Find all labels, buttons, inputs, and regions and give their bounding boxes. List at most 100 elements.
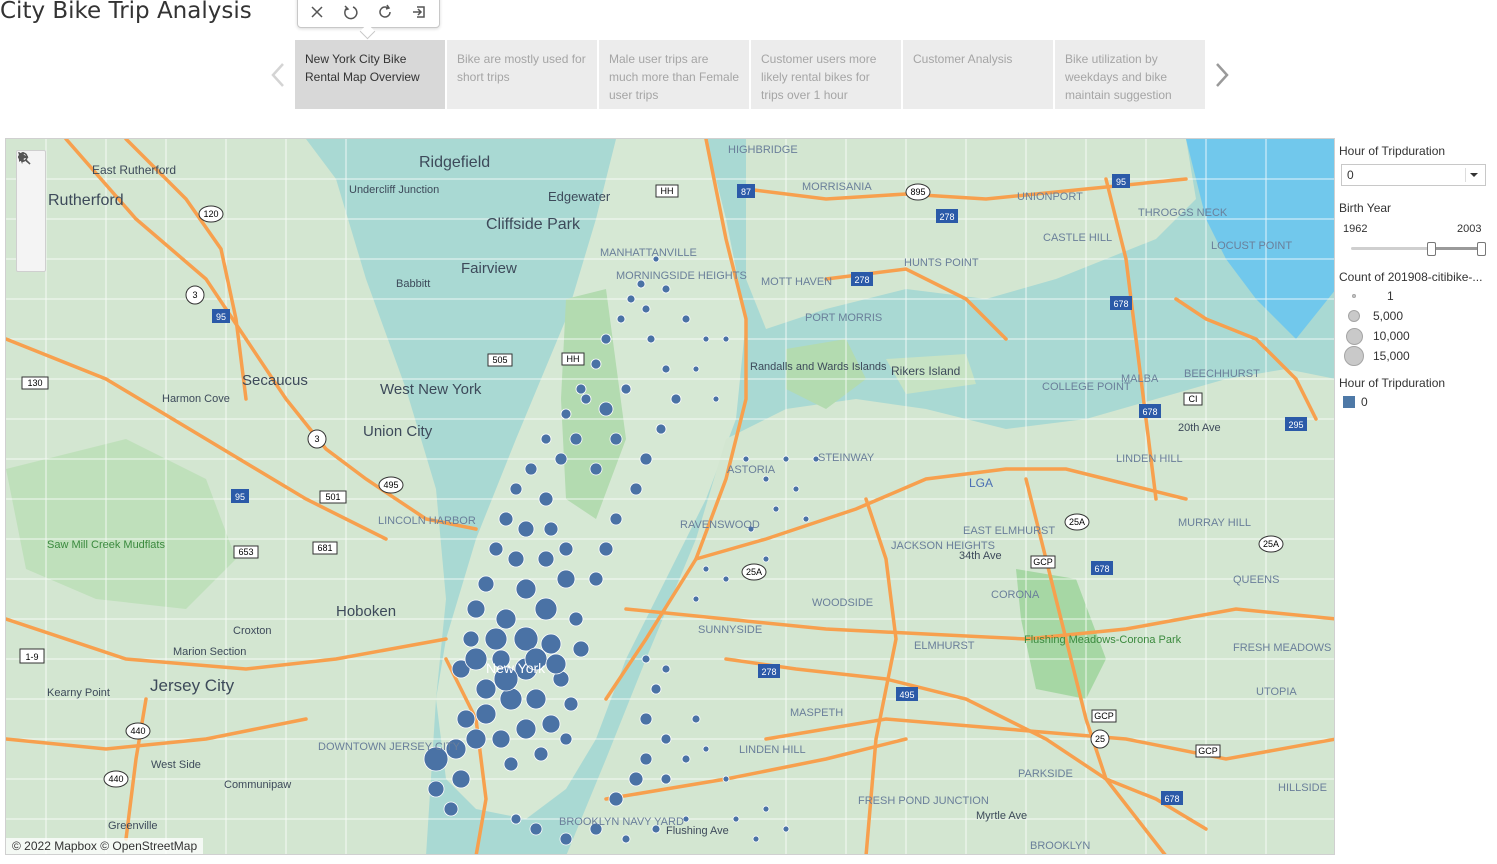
size-legend-row: 5,000 [1339, 307, 1403, 325]
zoom-in-icon[interactable] [17, 152, 45, 199]
route-shield: 25 [1090, 729, 1110, 749]
export-icon[interactable] [408, 1, 430, 23]
place-label: Edgewater [548, 189, 611, 204]
place-label: Union City [363, 423, 433, 440]
story-point-short-trips[interactable]: Bike are mostly used for short trips [447, 40, 597, 109]
story-point-map-overview[interactable]: New York City Bike Rental Map Overview [295, 40, 445, 109]
story-point-customer-hour[interactable]: Customer users more likely rental bikes … [751, 40, 901, 109]
svg-text:25A: 25A [1069, 517, 1085, 527]
svg-text:278: 278 [854, 275, 869, 285]
route-shield: 278 [758, 664, 780, 678]
birth-year-slider-max-handle[interactable] [1477, 242, 1486, 256]
svg-text:895: 895 [910, 187, 925, 197]
story-point-bike-utilization[interactable]: Bike utilization by weekdays and bike ma… [1055, 40, 1205, 109]
story-next-arrow[interactable] [1212, 58, 1232, 92]
place-label: Harmon Cove [162, 393, 230, 405]
place-label: UTOPIA [1256, 686, 1297, 698]
svg-text:95: 95 [216, 312, 226, 322]
birth-year-min: 1962 [1343, 223, 1368, 235]
svg-text:278: 278 [761, 667, 776, 677]
bike-rental-map[interactable]: Ridgefield Rutherford East Rutherford Un… [5, 138, 1335, 855]
svg-text:CI: CI [1189, 394, 1198, 404]
place-label: West New York [380, 381, 482, 398]
place-label: CASTLE HILL [1043, 232, 1112, 244]
route-shield: 440 [103, 770, 129, 788]
route-shield: 505 [487, 353, 513, 367]
story-toolbar [297, 0, 440, 40]
route-shield: 678 [1091, 561, 1113, 575]
close-icon[interactable] [306, 1, 328, 23]
size-legend-circle [1345, 327, 1363, 345]
svg-text:495: 495 [383, 480, 398, 490]
svg-text:25: 25 [1095, 734, 1105, 744]
place-label: Flushing Ave [666, 825, 729, 837]
place-label: Cliffside Park [486, 216, 581, 233]
place-label: COLLEGE POINT [1042, 381, 1131, 393]
svg-text:678: 678 [1142, 407, 1157, 417]
place-label: Fairview [461, 260, 517, 277]
color-legend-swatch [1343, 396, 1355, 408]
hour-filter-dropdown[interactable]: 0 [1341, 164, 1486, 186]
bay-water [1186, 139, 1334, 339]
svg-text:678: 678 [1113, 299, 1128, 309]
place-label: FRESH POND JUNCTION [858, 795, 989, 807]
size-legend-circle [1348, 310, 1360, 322]
place-label: HIGHBRIDGE [728, 144, 798, 156]
place-label: QUEENS [1233, 574, 1279, 586]
refresh-icon[interactable] [374, 1, 396, 23]
birth-year-max: 2003 [1457, 223, 1482, 235]
route-shield: 120 [198, 205, 224, 223]
place-label: MALBA [1121, 373, 1159, 385]
map-canvas: Ridgefield Rutherford East Rutherford Un… [6, 139, 1334, 854]
place-label: UNIONPORT [1017, 191, 1083, 203]
place-label: ELMHURST [914, 640, 975, 652]
svg-text:505: 505 [492, 355, 507, 365]
place-label: HUNTS POINT [904, 257, 979, 269]
route-shield: 87 [737, 184, 755, 198]
svg-text:87: 87 [741, 187, 751, 197]
place-label: Marion Section [173, 646, 246, 658]
place-label: BEECHHURST [1184, 368, 1260, 380]
place-label: 34th Ave [959, 550, 1002, 562]
svg-text:25A: 25A [1263, 539, 1279, 549]
place-label: ASTORIA [727, 464, 776, 476]
place-label: FRESH MEADOWS [1233, 642, 1331, 654]
place-label: Rutherford [48, 192, 124, 209]
route-shield: 681 [312, 541, 338, 555]
place-label: MURRAY HILL [1178, 517, 1251, 529]
expand-toolbar-icon[interactable] [17, 152, 45, 271]
place-label: BROOKLYN [1030, 840, 1090, 852]
place-label: Jersey City [150, 676, 235, 695]
route-shield: 295 [1285, 417, 1307, 431]
route-shield: 130 [21, 376, 49, 390]
place-label: Myrtle Ave [976, 810, 1027, 822]
place-label: West Side [151, 759, 201, 771]
svg-text:278: 278 [939, 212, 954, 222]
svg-text:678: 678 [1094, 564, 1109, 574]
undo-icon[interactable] [340, 1, 362, 23]
place-label: LINDEN HILL [1116, 453, 1183, 465]
route-shield: GCP [1091, 709, 1117, 723]
place-label: THROGGS NECK [1138, 207, 1228, 219]
select-tool-icon[interactable] [17, 151, 45, 247]
size-legend-label: 10,000 [1373, 329, 1410, 343]
zoom-out-icon[interactable] [17, 156, 45, 223]
size-legend-label: 1 [1387, 289, 1394, 303]
birth-year-label: Birth Year [1339, 201, 1392, 215]
route-shield: GCP [1195, 744, 1221, 758]
route-shield: 25A [1258, 535, 1284, 553]
map-attribution[interactable]: © 2022 Mapbox © OpenStreetMap [6, 838, 204, 854]
color-legend-row[interactable]: 0 [1339, 393, 1368, 411]
svg-text:95: 95 [235, 492, 245, 502]
size-legend-circle [1344, 346, 1364, 366]
story-prev-arrow[interactable] [268, 58, 288, 92]
story-point-male-female[interactable]: Male user trips are much more than Femal… [599, 40, 749, 109]
place-label: EAST ELMHURST [963, 525, 1055, 537]
svg-text:95: 95 [1116, 177, 1126, 187]
place-label: Babbitt [396, 278, 430, 290]
place-label: Rikers Island [891, 364, 960, 378]
hour-filter-value: 0 [1347, 168, 1354, 182]
story-point-customer-analysis[interactable]: Customer Analysis [903, 40, 1053, 109]
birth-year-slider-min-handle[interactable] [1427, 242, 1436, 256]
svg-text:495: 495 [899, 690, 914, 700]
